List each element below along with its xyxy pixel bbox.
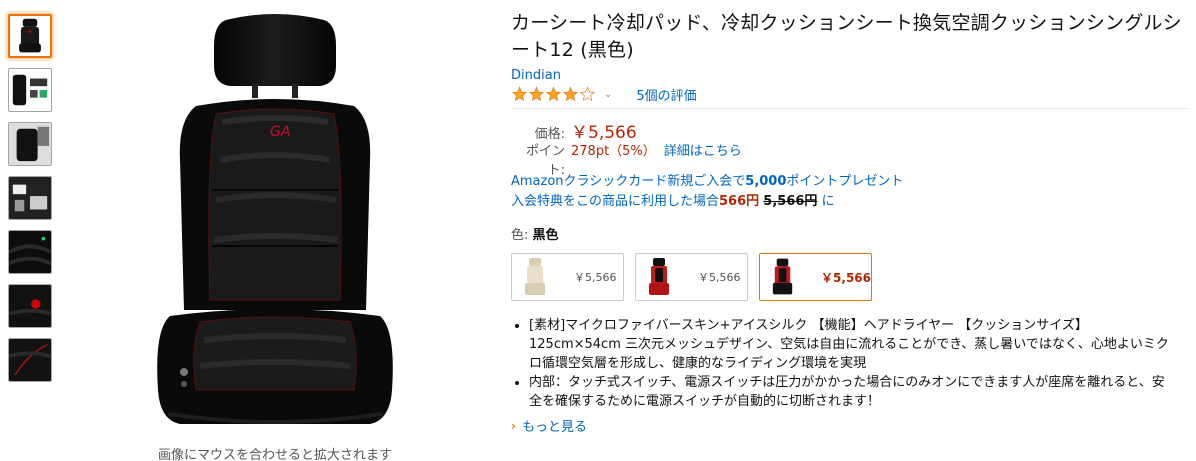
brand-link[interactable]: Dindian — [511, 68, 561, 83]
swatch-beige-image — [525, 258, 545, 295]
star-full-icon — [563, 86, 578, 102]
swatch-black-image — [772, 258, 793, 295]
feature-item: 内部：タッチ式スイッチ、電源スイッチは圧力がかかった場合にのみオンにできます人が… — [529, 373, 1171, 411]
swatch-beige[interactable]: ￥5,566 — [511, 253, 624, 301]
thumbnail-4[interactable] — [8, 176, 52, 220]
swatch-black[interactable]: ￥5,566 — [759, 253, 872, 301]
star-empty-icon — [580, 86, 595, 102]
star-full-icon — [512, 86, 527, 102]
svg-text:GA: GA — [270, 124, 290, 140]
price-table: 価格: ￥5,566 ポイント: 278pt（5%） 詳細はこちら — [511, 118, 1191, 178]
see-more-label: もっと見る — [521, 420, 587, 435]
color-value: 黒色 — [532, 228, 559, 243]
promo-line-1: Amazonクラシックカード新規ご入会で5,000ポイントプレゼント — [511, 172, 1191, 192]
main-product-image[interactable]: GA — [140, 10, 410, 440]
feature-bullets: [素材]マイクロファイバースキン+アイスシルク 【機能】ヘアドライヤー 【クッシ… — [511, 316, 1171, 411]
price-row: 価格: ￥5,566 — [511, 118, 1191, 143]
swatch-price: ￥5,566 — [574, 271, 617, 284]
chevron-right-icon: › — [511, 418, 516, 433]
star-rating[interactable] — [511, 86, 596, 102]
rating-row: ⌄ 5個の評価 — [511, 84, 1191, 104]
star-full-icon — [529, 86, 544, 102]
color-label: 色: — [511, 228, 529, 243]
product-info: カーシート冷却パッド、冷却クッションシート換気空調クッションシングルシート12 … — [511, 10, 1191, 435]
zoom-hint: 画像にマウスを合わせると拡大されます — [157, 448, 392, 461]
promo-text: ポイントプレゼント — [786, 174, 904, 189]
card-promo[interactable]: Amazonクラシックカード新規ご入会で5,000ポイントプレゼント 入会特典を… — [511, 172, 1191, 212]
swatch-price: ￥5,566 — [698, 271, 741, 284]
product-title: カーシート冷却パッド、冷却クッションシート換気空調クッションシングルシート12 … — [511, 12, 1182, 61]
color-selection: 色: 黒色 — [511, 224, 1191, 243]
points-details-link[interactable]: 詳細はこちら — [664, 140, 742, 159]
thumbnail-1[interactable] — [8, 14, 52, 58]
promo-text: に — [821, 194, 835, 209]
promo-line-2: 入会特典をこの商品に利用した場合566円 5,566円 に — [511, 192, 1191, 212]
thumbnail-7[interactable] — [8, 338, 52, 382]
promo-points: 5,000 — [745, 174, 787, 189]
promo-text: 入会特典をこの商品に利用した場合 — [511, 194, 720, 209]
feature-item: [素材]マイクロファイバースキン+アイスシルク 【機能】ヘアドライヤー 【クッシ… — [529, 316, 1171, 373]
thumbnail-3[interactable] — [8, 122, 52, 166]
promo-text: Amazonクラシックカード新規ご入会で — [511, 174, 746, 189]
points-value: 278pt（5%） — [571, 144, 656, 159]
chevron-down-icon[interactable]: ⌄ — [604, 89, 612, 100]
promo-original-price: 5,566円 — [763, 194, 818, 209]
thumbnail-2[interactable] — [8, 68, 52, 112]
see-more-link[interactable]: › もっと見る — [511, 416, 1191, 436]
swatch-red-image — [649, 258, 669, 295]
points-row: ポイント: 278pt（5%） 詳細はこちら — [511, 140, 1191, 178]
thumbnail-6[interactable] — [8, 284, 52, 328]
thumbnail-strip — [8, 14, 54, 392]
swatch-red[interactable]: ￥5,566 — [635, 253, 748, 301]
promo-discount-price: 566円 — [719, 194, 760, 209]
divider — [511, 108, 1189, 109]
thumbnail-5[interactable] — [8, 230, 52, 274]
color-swatches: ￥5,566 ￥5,566 ￥5,566 — [511, 253, 1191, 301]
star-full-icon — [546, 86, 561, 102]
reviews-link[interactable]: 5個の評価 — [636, 85, 696, 104]
swatch-price: ￥5,566 — [821, 270, 871, 285]
